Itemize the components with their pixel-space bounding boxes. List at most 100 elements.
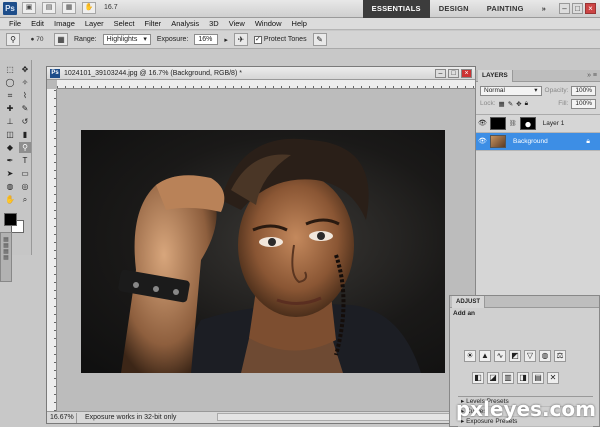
vertical-ruler[interactable] — [47, 89, 57, 411]
bridge-icon[interactable]: ▣ — [22, 2, 36, 14]
crop-tool-icon[interactable]: ⌗ — [4, 90, 16, 101]
path-select-tool-icon[interactable]: ➤ — [4, 168, 16, 179]
eyedropper-tool-icon[interactable]: ⌇ — [19, 90, 31, 101]
horizontal-scrollbar[interactable] — [217, 413, 457, 421]
exposure-icon[interactable]: ◩ — [509, 350, 521, 362]
clone-stamp-tool-icon[interactable]: ⊥ — [4, 116, 16, 127]
layer-list: 👁︎ ⛓︎ Layer 1 👁︎ Background 🔒︎ — [476, 114, 600, 151]
canvas-area[interactable] — [57, 89, 475, 411]
brush-size[interactable]: ● 70 — [26, 33, 48, 47]
black-white-icon[interactable]: ◧ — [472, 372, 484, 384]
zoom-tool-icon[interactable]: ⌕ — [19, 194, 31, 205]
doc-close-icon[interactable]: × — [461, 69, 472, 78]
menu-layer[interactable]: Layer — [80, 18, 109, 29]
marquee-tool-icon[interactable]: ⬚ — [4, 64, 16, 75]
range-select[interactable]: Highlights ▾ — [102, 34, 151, 45]
view-extras-icon[interactable]: ▦ — [62, 2, 76, 14]
type-tool-icon[interactable]: T — [19, 155, 31, 166]
fill-input[interactable]: 100% — [571, 98, 596, 109]
panel-menu-icon[interactable]: » ≡ — [587, 72, 597, 79]
doc-maximize-icon[interactable]: □ — [448, 69, 459, 78]
tab-layers[interactable]: LAYERS — [478, 70, 513, 82]
workspace-design[interactable]: DESIGN — [430, 0, 478, 18]
dodge-tool-preset-icon[interactable]: ⚲ — [6, 33, 20, 46]
collapsed-panel-strip[interactable]: ▦ ▦ ▦ ▦ — [0, 232, 12, 282]
minimize-icon[interactable]: – — [559, 3, 570, 14]
hue-saturation-icon[interactable]: ◍ — [539, 350, 551, 362]
menu-analysis[interactable]: Analysis — [166, 18, 204, 29]
channel-mixer-icon[interactable]: ▥ — [502, 372, 514, 384]
eye-icon[interactable]: 👁︎ — [478, 137, 487, 146]
zoom-field[interactable]: 16.67% — [47, 412, 77, 423]
mini-bridge-icon[interactable]: ▤ — [42, 2, 56, 14]
3d-rotate-tool-icon[interactable]: ◍ — [4, 181, 16, 192]
doc-minimize-icon[interactable]: – — [435, 69, 446, 78]
menu-view[interactable]: View — [224, 18, 250, 29]
lasso-tool-icon[interactable]: ◯ — [4, 77, 16, 88]
threshold-icon[interactable]: ✕ — [547, 372, 559, 384]
layer-options: Normal ▾ Opacity: 100% Lock: ▦ ✎ ✥ 🔒︎ Fi… — [476, 82, 600, 112]
invert-icon[interactable]: ◨ — [517, 372, 529, 384]
foreground-color-swatch[interactable] — [4, 213, 17, 226]
layer-mask-thumbnail[interactable] — [519, 117, 536, 130]
healing-brush-tool-icon[interactable]: ✚ — [4, 103, 16, 114]
menu-select[interactable]: Select — [109, 18, 140, 29]
shape-tool-icon[interactable]: ▭ — [19, 168, 31, 179]
zoom-level-mini[interactable]: 16.7 — [104, 4, 118, 11]
menu-file[interactable]: File — [4, 18, 26, 29]
protect-tones-checkbox[interactable]: ✓ — [253, 35, 262, 44]
eye-icon[interactable]: 👁︎ — [478, 119, 487, 128]
blur-tool-icon[interactable]: ◆ — [4, 142, 16, 153]
menu-image[interactable]: Image — [49, 18, 80, 29]
workspace-more[interactable]: » — [533, 0, 555, 18]
lock-all-icon[interactable]: 🔒︎ — [525, 100, 528, 108]
hand-tool-icon[interactable]: ✋ — [82, 2, 96, 14]
gradient-tool-icon[interactable]: ▮ — [19, 129, 31, 140]
lock-transparent-icon[interactable]: ▦ — [499, 100, 505, 108]
curves-icon[interactable]: ∿ — [494, 350, 506, 362]
portrait-photo[interactable] — [81, 130, 445, 373]
eraser-tool-icon[interactable]: ◫ — [4, 129, 16, 140]
exposure-input[interactable]: 16% — [194, 34, 219, 45]
menu-filter[interactable]: Filter — [140, 18, 167, 29]
pen-tool-icon[interactable]: ✒ — [4, 155, 16, 166]
lock-position-icon[interactable]: ✥ — [516, 100, 521, 108]
chain-link-icon[interactable]: ⛓︎ — [509, 120, 517, 127]
workspace-painting[interactable]: PAINTING — [478, 0, 533, 18]
3d-orbit-tool-icon[interactable]: ◎ — [19, 181, 31, 192]
lock-image-icon[interactable]: ✎ — [508, 100, 513, 108]
horizontal-ruler[interactable] — [57, 80, 475, 89]
layer-row-layer-1[interactable]: 👁︎ ⛓︎ Layer 1 — [476, 115, 600, 133]
menu-edit[interactable]: Edit — [26, 18, 49, 29]
protect-tones-option[interactable]: ✓ Protect Tones — [253, 35, 307, 44]
move-tool-icon[interactable]: ✥ — [19, 64, 31, 75]
menu-help[interactable]: Help — [287, 18, 312, 29]
vibrance-icon[interactable]: ▽ — [524, 350, 536, 362]
pressure-size-icon[interactable]: ✎ — [312, 33, 327, 46]
posterize-icon[interactable]: ▤ — [532, 372, 544, 384]
tab-adjustments[interactable]: ADJUST — [452, 296, 486, 308]
tools-grid: ⬚ ✥ ◯ ✧ ⌗ ⌇ ✚ ✎ ⊥ ↺ ◫ ▮ ◆ ⚲ ✒ T ➤ ▭ ◍ ◎ … — [0, 64, 31, 205]
layer-row-background[interactable]: 👁︎ Background 🔒︎ — [476, 133, 600, 151]
brightness-icon[interactable]: ☀ — [464, 350, 476, 362]
dodge-tool-icon[interactable]: ⚲ — [19, 142, 31, 153]
photo-filter-icon[interactable]: ◪ — [487, 372, 499, 384]
maximize-icon[interactable]: □ — [572, 3, 583, 14]
quick-select-tool-icon[interactable]: ✧ — [19, 77, 31, 88]
airbrush-icon[interactable]: ✈ — [233, 33, 248, 46]
blend-mode-select[interactable]: Normal ▾ — [480, 85, 542, 96]
color-balance-icon[interactable]: ⚖ — [554, 350, 566, 362]
levels-icon[interactable]: ▲ — [479, 350, 491, 362]
brush-tool-icon[interactable]: ✎ — [19, 103, 31, 114]
opacity-input[interactable]: 100% — [571, 85, 596, 96]
menu-3d[interactable]: 3D — [204, 18, 224, 29]
brush-panel-icon[interactable]: ▦ — [54, 33, 68, 46]
history-brush-tool-icon[interactable]: ↺ — [19, 116, 31, 127]
menu-window[interactable]: Window — [250, 18, 287, 29]
tools-panel: ⬚ ✥ ◯ ✧ ⌗ ⌇ ✚ ✎ ⊥ ↺ ◫ ▮ ◆ ⚲ ✒ T ➤ ▭ ◍ ◎ … — [0, 60, 32, 255]
document-tab[interactable]: Ps 1024101_39103244.jpg @ 16.7% (Backgro… — [47, 67, 475, 80]
close-icon[interactable]: × — [585, 3, 596, 14]
workspace-essentials[interactable]: ESSENTIALS — [362, 0, 430, 18]
hand-tool-icon[interactable]: ✋ — [4, 194, 16, 205]
exposure-flyout-icon[interactable]: ▸ — [224, 36, 228, 44]
